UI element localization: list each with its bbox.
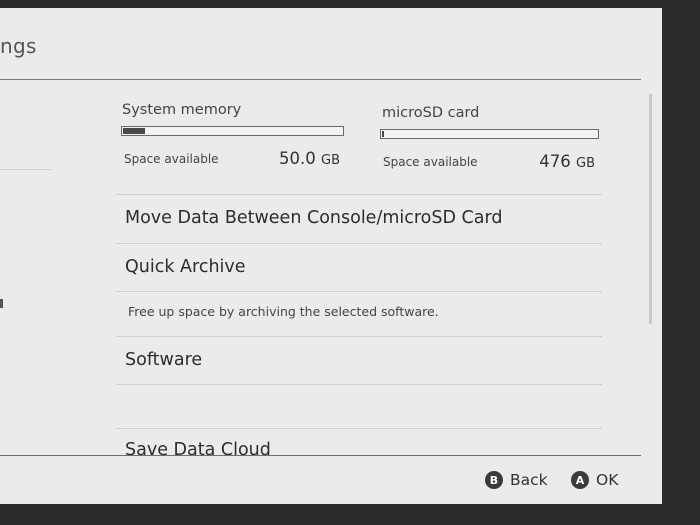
footer-divider bbox=[0, 455, 641, 456]
row-divider bbox=[116, 291, 602, 292]
sidebar-selection-marker bbox=[0, 299, 3, 308]
microsd-label: microSD card bbox=[382, 105, 480, 121]
scrollbar[interactable] bbox=[649, 94, 652, 324]
row-divider bbox=[116, 428, 602, 429]
microsd-space-value: 476 GB bbox=[505, 152, 595, 171]
quick-archive-description: Free up space by archiving the selected … bbox=[128, 304, 439, 319]
microsd-space-number: 476 bbox=[539, 152, 571, 171]
sidebar-divider bbox=[0, 169, 52, 170]
system-memory-usage-fill bbox=[123, 128, 146, 134]
ok-button[interactable]: A OK bbox=[571, 471, 618, 489]
system-memory-space-unit: GB bbox=[321, 153, 340, 168]
move-data-menu-item[interactable]: Move Data Between Console/microSD Card bbox=[125, 208, 502, 228]
system-memory-space-value: 50.0 GB bbox=[250, 149, 340, 168]
system-memory-label: System memory bbox=[122, 102, 242, 118]
row-divider bbox=[116, 243, 602, 244]
microsd-usage-fill bbox=[382, 131, 385, 137]
settings-screen: ngs System memory Space available 50.0 G… bbox=[0, 8, 662, 504]
system-memory-space-number: 50.0 bbox=[279, 149, 316, 168]
header-divider bbox=[0, 79, 641, 80]
row-divider bbox=[116, 194, 602, 195]
page-title: ngs bbox=[0, 34, 37, 58]
save-data-cloud-menu-item[interactable]: Save Data Cloud bbox=[125, 440, 271, 460]
system-memory-usage-bar bbox=[121, 126, 344, 136]
row-divider bbox=[116, 336, 602, 337]
row-divider bbox=[116, 384, 602, 385]
a-button-icon: A bbox=[571, 471, 589, 489]
microsd-space-label: Space available bbox=[383, 155, 478, 169]
microsd-space-unit: GB bbox=[576, 156, 595, 171]
software-menu-item[interactable]: Software bbox=[125, 350, 202, 370]
ok-label: OK bbox=[596, 471, 619, 489]
back-button[interactable]: B Back bbox=[485, 471, 548, 489]
system-memory-space-label: Space available bbox=[124, 152, 219, 166]
quick-archive-menu-item[interactable]: Quick Archive bbox=[125, 257, 246, 277]
b-button-icon: B bbox=[485, 471, 503, 489]
microsd-usage-bar bbox=[380, 129, 599, 139]
back-label: Back bbox=[510, 471, 548, 489]
